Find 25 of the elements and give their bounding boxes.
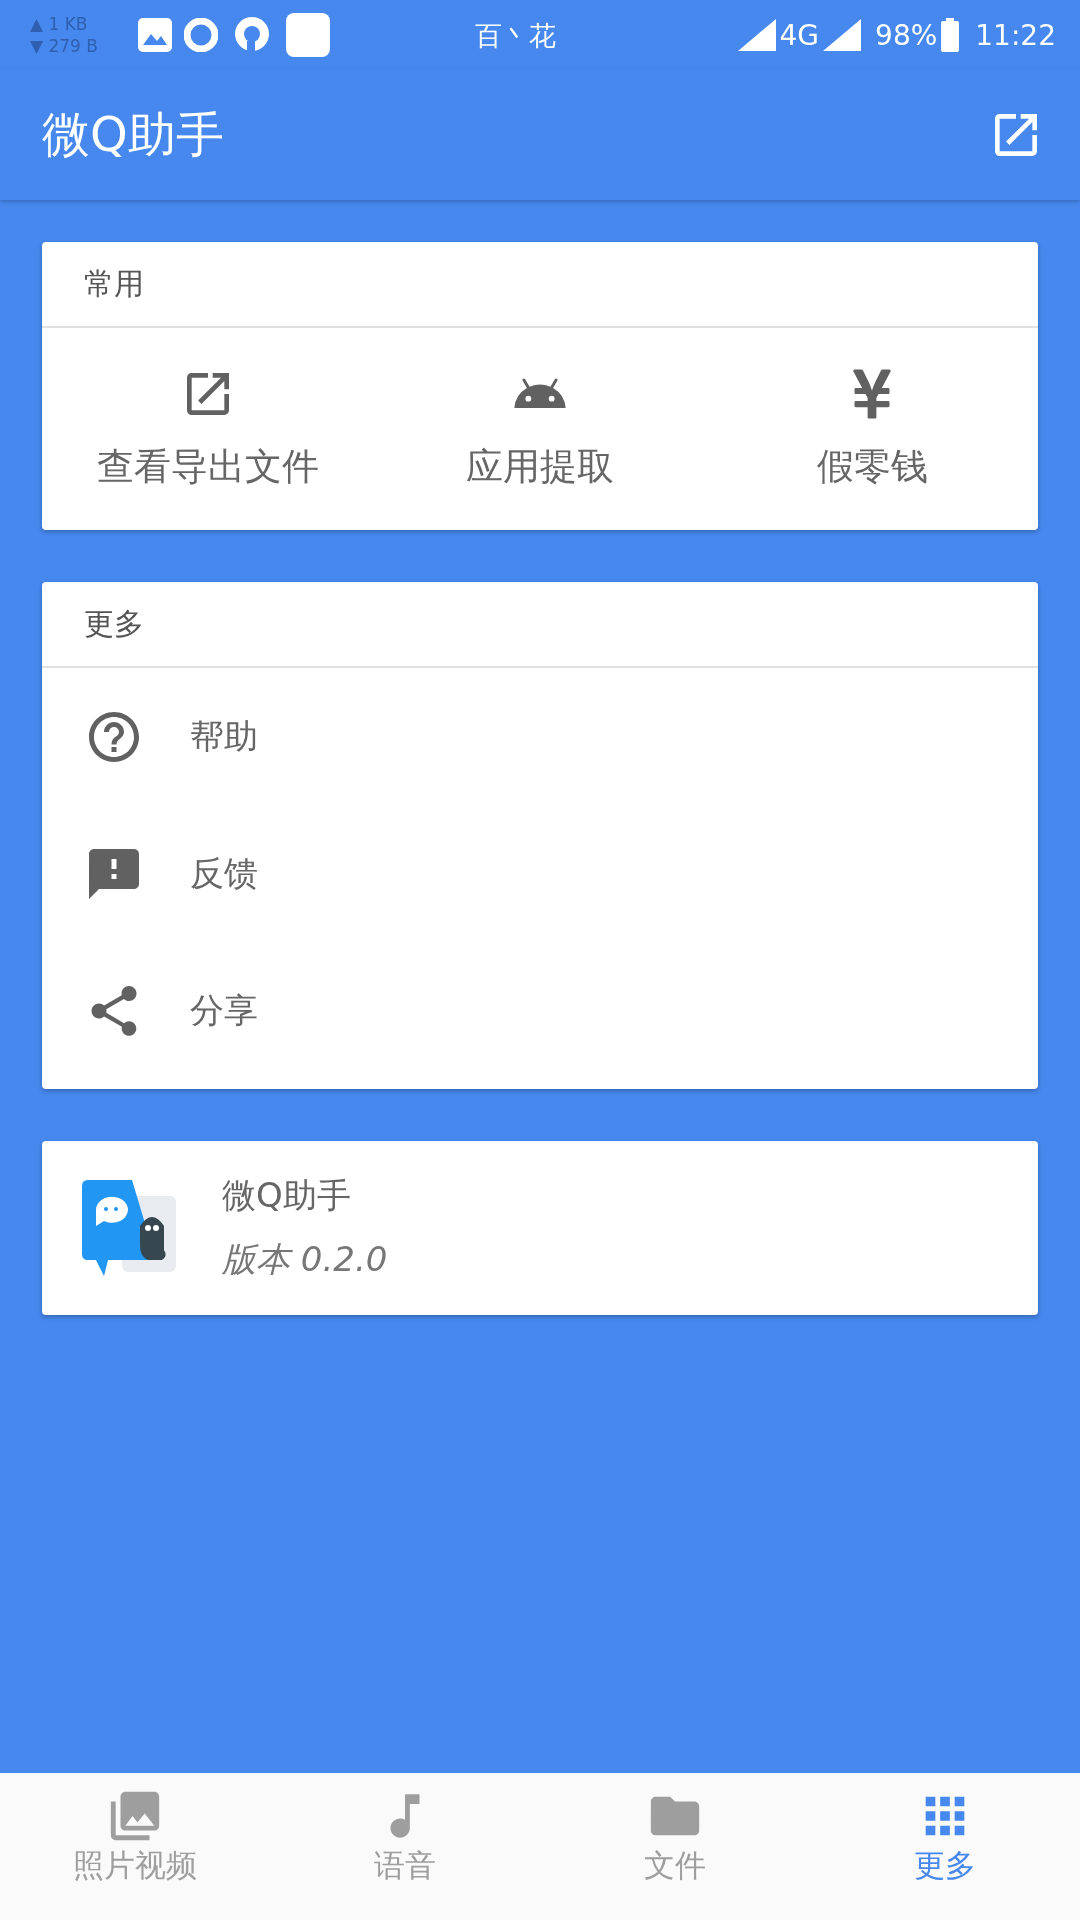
signal-icon <box>823 19 862 51</box>
carrier-name: 百丶花 <box>475 19 556 53</box>
square-icon <box>286 13 330 57</box>
signal-icon <box>737 19 776 51</box>
network-type: 4G <box>779 18 820 52</box>
battery-icon <box>941 18 960 52</box>
clock-time: 11:22 <box>975 18 1056 52</box>
app-name: 微Q助手 <box>222 1174 352 1217</box>
battery-percent: 98% <box>875 18 938 52</box>
ring-icon <box>184 18 218 52</box>
nav-tab[interactable]: 更多 <box>810 1773 1080 1920</box>
shortcut-item[interactable]: 应用提取 <box>374 358 706 500</box>
app-title: 微Q助手 <box>42 105 224 164</box>
download-speed: ▼ 279 B <box>30 35 99 57</box>
card-title: 常用 <box>42 242 1038 328</box>
menu-item[interactable]: 帮助 <box>42 668 1038 805</box>
menu-item[interactable]: 分享 <box>42 942 1038 1079</box>
shortcut-item[interactable]: 查看导出文件 <box>42 358 374 500</box>
app-logo-icon <box>82 1180 178 1276</box>
menu-item[interactable]: 反馈 <box>42 805 1038 942</box>
shortcut-item[interactable]: 假零钱 <box>706 358 1038 500</box>
card-title: 更多 <box>42 582 1038 668</box>
upload-speed: ▲ 1 KB <box>30 13 89 35</box>
image-icon <box>138 18 172 52</box>
app-version: 版本 0.2.0 <box>222 1238 388 1281</box>
